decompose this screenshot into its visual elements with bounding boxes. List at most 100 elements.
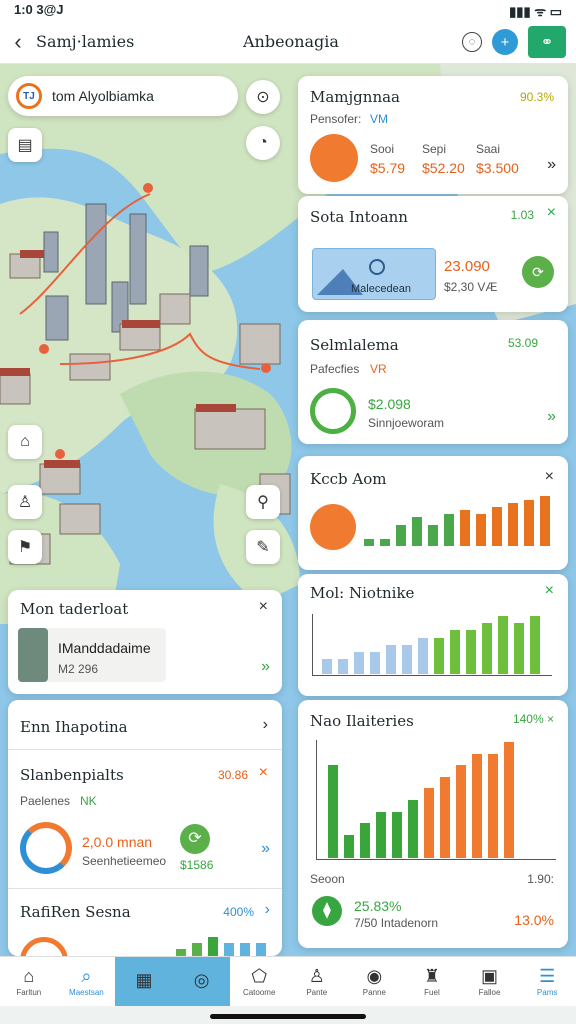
flag-icon[interactable]: ⚑ [8,530,42,564]
col-label-2: Sepi [422,142,447,156]
person-icon[interactable]: ♙ [8,485,42,519]
card-percent: 1.03 [510,208,534,222]
chart-bar [472,754,482,858]
chart-bar [408,800,418,858]
status-icons: ▮▮▮ ᯤ ▭ [509,4,562,19]
card-value: 23.090 [444,258,490,275]
chat-icon[interactable]: ◌ [462,32,482,52]
tab-home[interactable]: ⌂ Farltun [0,957,58,1006]
chart-bar [476,514,486,546]
popup-card[interactable]: Mon taderloat × IManddadaime M2 296 » [8,590,282,694]
thumbnail-label: Malecedean [351,283,411,295]
card-selmlalema[interactable]: Selmlalema 53.09 Pafecfies VR $2.098 Sin… [298,320,568,444]
tab-falloe[interactable]: ▣ Falloe [461,957,519,1006]
chart-bar [514,623,524,674]
map-search-bar[interactable]: TJ tom Alyolbiamka [8,76,238,116]
tab-profile[interactable]: ♙ Pante [288,957,346,1006]
list-header[interactable]: Enn Ihapotina › [8,700,282,750]
add-icon[interactable]: + [492,29,518,55]
tab-binoculars[interactable]: ◎ [172,957,231,1006]
card-sota-intoann[interactable]: Sota Intoann 1.03 × Malecedean 23.090 $2… [298,196,568,312]
connect-icon[interactable]: ⚭ [528,26,566,58]
chevron-right-icon[interactable]: » [547,408,556,426]
card-tag: VR [370,362,387,376]
chart-bar [504,742,514,858]
card-percent: 140% × [512,712,554,726]
card-subtitle: Pafecfies [310,362,360,376]
chart-bar [428,525,438,546]
status-time: 1:0 3@J [14,2,64,17]
stat-label: 7/50 Intadenorn [354,916,439,930]
tab-grid[interactable]: ▦ [115,957,173,1006]
bike-icon[interactable]: ⚲ [246,485,280,519]
bar-chart [328,742,514,858]
chart-bar [450,630,460,674]
chart-bar [412,517,422,546]
list-item[interactable]: RafiRen Sesna 400% › [8,888,282,985]
close-icon[interactable]: × [259,764,268,782]
page-subtitle: Anbeonagia [243,32,339,51]
item-title: Slanbenpialts [20,766,124,784]
col-value-2: $52.20 [422,160,465,176]
camera-icon: ◉ [366,965,383,986]
compass-icon[interactable]: ⊙ [246,80,280,114]
tab-search[interactable]: ⌕ Maestsan [58,957,116,1006]
close-icon[interactable]: × [545,468,554,486]
card-title: Nao Ilaiteries [310,712,414,730]
close-icon[interactable]: × [545,582,554,600]
layers-icon[interactable]: ▤ [8,128,42,162]
share-icon[interactable]: ⟳ [522,256,554,288]
grid-icon: ▦ [135,970,153,990]
close-icon[interactable]: × [547,204,556,222]
share-icon[interactable]: ⟳ [180,824,210,854]
thumbnail: Malecedean [312,248,436,300]
search-icon: ⌕ [81,965,92,986]
chart-bar [540,496,550,546]
card-mol-niotnike[interactable]: Mol: Niotnike × [298,574,568,696]
chart-bar [482,623,492,674]
close-icon[interactable]: × [259,598,268,616]
bar-chart [322,616,540,674]
chart-bar [338,659,348,674]
search-text: tom Alyolbiamka [52,88,154,104]
list-item[interactable]: Slanbenpialts 30.86 × Paelenes NK 2,0.0 … [8,752,282,886]
footer-left: Seoon [310,872,345,886]
chevron-right-icon[interactable]: » [261,658,270,676]
tab-panne[interactable]: ◉ Panne [346,957,404,1006]
card-mamjgnnaa[interactable]: Mamjgnnaa 90.3% Pensofer: VM Sooi $5.79 … [298,76,568,194]
building-icon[interactable]: ⌂ [8,425,42,459]
chart-bar [386,645,396,674]
bell-icon[interactable]: ◔ [246,126,280,160]
chart-bar [380,539,390,546]
chart-bar [402,645,412,674]
tab-menu[interactable]: ☰ Pams [518,957,576,1006]
card-title: Sota Intoann [310,208,408,226]
item-value: 30.86 [217,768,248,782]
popup-title: Mon taderloat [20,600,129,618]
back-icon[interactable]: ‹ [0,29,36,55]
card-nao-ilaiteries[interactable]: Nao Ilaiteries 140% × Seoon 1.90: ⧫ 25.8… [298,700,568,948]
card-subvalue: $2,30 VÆ [444,280,498,294]
brand-logo: TJ [16,83,42,109]
page-title: Samj·lamies [36,32,135,51]
chart-bar [498,616,508,674]
chevron-right-icon[interactable]: » [261,840,270,858]
chart-bar [396,525,406,546]
pentagon-icon: ⬠ [251,965,267,986]
item-stat-label: Seenhetieemeo [82,854,167,868]
tab-catalog[interactable]: ⬠ Catoome [230,957,288,1006]
bottom-tab-bar: ⌂ Farltun ⌕ Maestsan ▦ ◎ ⬠ Catoome ♙ Pante ◉… [0,956,576,1006]
chart-bar [456,765,466,858]
pencil-icon[interactable]: ✎ [246,530,280,564]
item-subtitle: Paelenes [20,794,71,808]
home-indicator [210,1014,366,1019]
chevron-right-icon[interactable]: » [547,156,556,174]
binoculars-icon: ◎ [193,970,210,990]
chart-bar [434,638,444,674]
chart-bar [440,777,450,858]
person-icon: ♙ [308,965,325,986]
card-kccb-aom[interactable]: Kccb Aom × [298,456,568,570]
chart-bar [492,507,502,546]
building-thumbnail [18,628,48,682]
tab-fuel[interactable]: ♜ Fuel [403,957,461,1006]
